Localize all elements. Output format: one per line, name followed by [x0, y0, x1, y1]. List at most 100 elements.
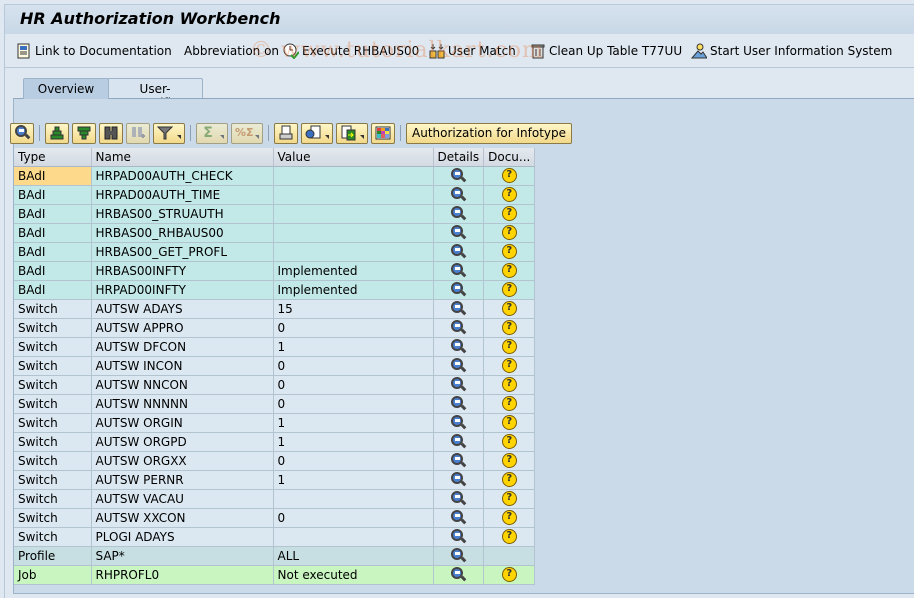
sort-descending-button[interactable]: [72, 122, 96, 144]
cell-type[interactable]: Switch: [14, 337, 92, 357]
cell-name[interactable]: HRBAS00_GET_PROFL: [91, 242, 274, 262]
total-button[interactable]: Σ: [196, 122, 228, 144]
details-icon[interactable]: [450, 433, 467, 450]
export-button[interactable]: [336, 122, 368, 144]
table-row[interactable]: BAdI HRPAD00INFTY Implemented?: [14, 280, 536, 300]
cell-details[interactable]: [433, 413, 485, 433]
cell-name[interactable]: PLOGI ADAYS: [91, 527, 274, 547]
table-row[interactable]: BAdI HRBAS00_GET_PROFL?: [14, 242, 536, 262]
cell-details[interactable]: [433, 546, 485, 566]
cell-details[interactable]: [433, 432, 485, 452]
help-icon[interactable]: ?: [501, 301, 517, 316]
cell-value[interactable]: [273, 185, 434, 205]
cell-documentation[interactable]: ?: [483, 432, 536, 452]
cell-value[interactable]: 1: [273, 413, 434, 433]
cell-value[interactable]: [273, 489, 434, 509]
cell-documentation[interactable]: ?: [483, 299, 536, 319]
link-to-documentation-button[interactable]: Link to Documentation: [16, 42, 172, 60]
user-match-button[interactable]: User Match: [429, 42, 516, 60]
cell-name[interactable]: AUTSW ORGXX: [91, 451, 274, 471]
help-icon[interactable]: ?: [501, 168, 517, 183]
cell-name[interactable]: AUTSW PERNR: [91, 470, 274, 490]
cell-value[interactable]: 0: [273, 375, 434, 395]
cell-type[interactable]: Switch: [14, 508, 92, 528]
cell-details[interactable]: [433, 565, 485, 585]
tab-overview[interactable]: Overview: [23, 78, 109, 99]
cell-value[interactable]: 0: [273, 508, 434, 528]
details-icon[interactable]: [450, 186, 467, 203]
column-header-value[interactable]: Value: [273, 148, 434, 167]
filter-button[interactable]: [153, 122, 185, 144]
cell-value[interactable]: [273, 166, 434, 186]
cell-name[interactable]: AUTSW DFCON: [91, 337, 274, 357]
details-icon[interactable]: [450, 338, 467, 355]
cell-documentation[interactable]: ?: [483, 375, 536, 395]
cell-documentation[interactable]: ?: [483, 489, 536, 509]
cell-documentation[interactable]: ?: [483, 413, 536, 433]
table-row[interactable]: Profile SAP* ALL: [14, 546, 536, 566]
help-icon[interactable]: ?: [501, 187, 517, 202]
table-row[interactable]: Switch AUTSW APPRO 0?: [14, 318, 536, 338]
details-icon[interactable]: [450, 452, 467, 469]
help-icon[interactable]: ?: [501, 472, 517, 487]
cell-type[interactable]: Switch: [14, 489, 92, 509]
cell-details[interactable]: [433, 204, 485, 224]
execute-rhbaus00-button[interactable]: Execute RHBAUS00: [283, 42, 419, 60]
cell-details[interactable]: [433, 318, 485, 338]
table-row[interactable]: Switch PLOGI ADAYS?: [14, 527, 536, 547]
table-row[interactable]: BAdI HRPAD00AUTH_TIME?: [14, 185, 536, 205]
cell-details[interactable]: [433, 223, 485, 243]
help-icon[interactable]: ?: [501, 529, 517, 544]
table-row[interactable]: BAdI HRBAS00_RHBAUS00?: [14, 223, 536, 243]
cell-type[interactable]: Switch: [14, 527, 92, 547]
help-icon[interactable]: ?: [501, 244, 517, 259]
cell-value[interactable]: 0: [273, 356, 434, 376]
help-icon[interactable]: ?: [501, 377, 517, 392]
cell-name[interactable]: AUTSW ADAYS: [91, 299, 274, 319]
cell-name[interactable]: AUTSW ORGPD: [91, 432, 274, 452]
sort-ascending-button[interactable]: [45, 122, 69, 144]
help-icon[interactable]: ?: [501, 206, 517, 221]
cell-documentation[interactable]: ?: [483, 166, 536, 186]
cell-documentation[interactable]: ?: [483, 527, 536, 547]
subtotal-button[interactable]: %Σ: [231, 122, 263, 144]
cell-documentation[interactable]: ?: [483, 470, 536, 490]
cell-value[interactable]: ALL: [273, 546, 434, 566]
cell-value[interactable]: 0: [273, 318, 434, 338]
cell-value[interactable]: Implemented: [273, 280, 434, 300]
cell-value[interactable]: Not executed: [273, 565, 434, 585]
help-icon[interactable]: ?: [501, 453, 517, 468]
cell-name[interactable]: RHPROFL0: [91, 565, 274, 585]
help-icon[interactable]: ?: [501, 320, 517, 335]
cell-value[interactable]: Implemented: [273, 261, 434, 281]
table-row[interactable]: BAdI HRBAS00_STRUAUTH?: [14, 204, 536, 224]
cell-type[interactable]: Switch: [14, 432, 92, 452]
table-row[interactable]: Switch AUTSW PERNR 1?: [14, 470, 536, 490]
cell-documentation[interactable]: ?: [483, 242, 536, 262]
cell-details[interactable]: [433, 356, 485, 376]
cell-type[interactable]: BAdI: [14, 261, 92, 281]
cell-type[interactable]: BAdI: [14, 166, 92, 186]
table-row[interactable]: BAdI HRPAD00AUTH_CHECK?: [14, 166, 536, 186]
cell-name[interactable]: AUTSW NNNNN: [91, 394, 274, 414]
cell-documentation[interactable]: ?: [483, 337, 536, 357]
help-icon[interactable]: ?: [501, 510, 517, 525]
table-row[interactable]: Switch AUTSW ORGIN 1?: [14, 413, 536, 433]
details-icon[interactable]: [450, 300, 467, 317]
abbreviation-on-button[interactable]: Abbreviation on: [184, 42, 279, 60]
cell-name[interactable]: HRBAS00INFTY: [91, 261, 274, 281]
cell-type[interactable]: Switch: [14, 318, 92, 338]
table-row[interactable]: Switch AUTSW NNCON 0?: [14, 375, 536, 395]
details-icon[interactable]: [450, 205, 467, 222]
cell-name[interactable]: HRPAD00AUTH_CHECK: [91, 166, 274, 186]
cell-type[interactable]: Switch: [14, 375, 92, 395]
cell-type[interactable]: Switch: [14, 356, 92, 376]
cell-type[interactable]: Switch: [14, 451, 92, 471]
details-icon[interactable]: [450, 319, 467, 336]
cell-name[interactable]: SAP*: [91, 546, 274, 566]
cell-value[interactable]: 1: [273, 470, 434, 490]
cell-documentation[interactable]: ?: [483, 223, 536, 243]
help-icon[interactable]: ?: [501, 567, 517, 582]
tab-user-specific[interactable]: User-specific: [107, 78, 203, 110]
cell-details[interactable]: [433, 470, 485, 490]
